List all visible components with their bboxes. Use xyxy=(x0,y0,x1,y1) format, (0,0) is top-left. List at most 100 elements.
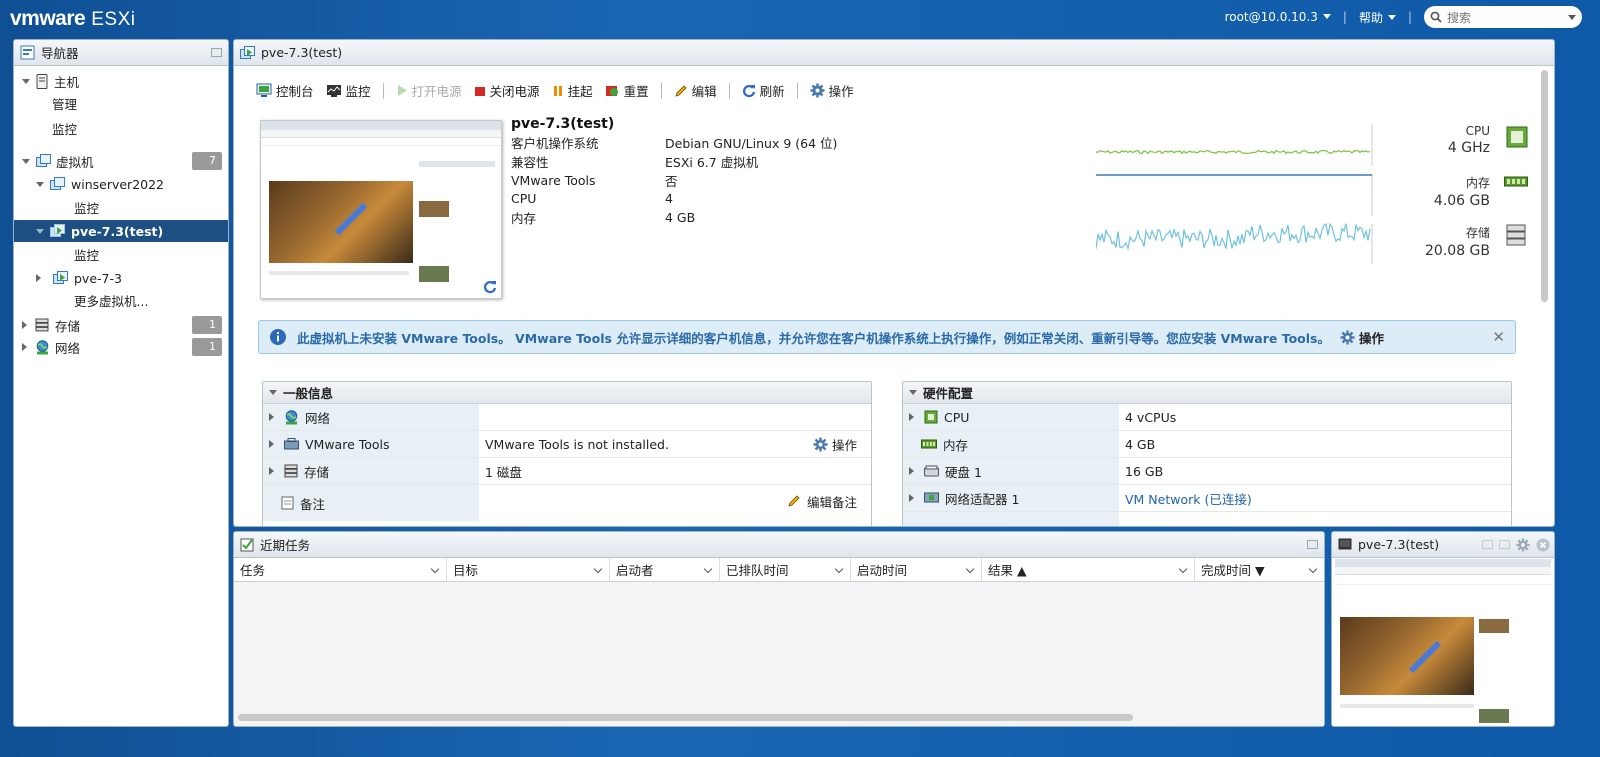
storage-icon xyxy=(1506,224,1526,246)
column-label: 已排队时间 xyxy=(726,563,789,578)
collapse-icon[interactable] xyxy=(909,390,917,399)
actions-button[interactable]: 操作 xyxy=(810,81,854,100)
general-network-row[interactable]: 网络 xyxy=(263,404,871,431)
expand-icon[interactable] xyxy=(22,343,31,351)
search-box[interactable]: 搜索 xyxy=(1424,6,1582,28)
nav-vms[interactable]: 虚拟机 7 xyxy=(14,150,228,172)
toolbar-label: 关闭电源 xyxy=(489,84,540,99)
monitor-button[interactable]: 监控 xyxy=(326,81,371,100)
hw-memory-row: 内存 4 GB xyxy=(903,431,1511,458)
collapse-icon[interactable] xyxy=(22,158,30,168)
help-menu[interactable]: 帮助 xyxy=(1359,9,1396,26)
nav-winserver-monitor[interactable]: 监控 xyxy=(14,196,228,218)
nav-label: 更多虚拟机... xyxy=(74,293,149,309)
nav-host[interactable]: 主机 xyxy=(14,70,228,92)
expand-icon[interactable] xyxy=(269,413,278,421)
collapse-icon[interactable] xyxy=(269,390,277,399)
column-header-completed[interactable]: 完成时间 ▼ xyxy=(1195,558,1324,581)
column-header-target[interactable]: 目标 xyxy=(447,558,610,581)
vertical-scrollbar[interactable] xyxy=(1541,70,1548,302)
expand-icon[interactable] xyxy=(36,274,45,282)
row-label: 硬盘 1 xyxy=(945,464,982,480)
general-info-header[interactable]: 一般信息 xyxy=(263,382,871,404)
toolbar-label: 刷新 xyxy=(759,84,785,99)
close-icon[interactable]: ✕ xyxy=(1492,328,1505,346)
storage-sparkline xyxy=(1096,222,1371,251)
expand-icon[interactable] xyxy=(909,467,918,475)
suspend-button[interactable]: 挂起 xyxy=(552,81,593,100)
gear-icon xyxy=(1340,330,1355,344)
nav-storage[interactable]: 存储 1 xyxy=(14,314,228,336)
console-button[interactable]: 控制台 xyxy=(256,81,314,100)
general-storage-row[interactable]: 存储 1 磁盘 xyxy=(263,458,871,485)
minimize-button[interactable] xyxy=(211,48,222,57)
tasks-grid-body xyxy=(234,582,1324,726)
expand-icon[interactable] xyxy=(269,467,278,475)
refresh-icon[interactable] xyxy=(483,280,497,294)
nav-more-vms[interactable]: 更多虚拟机... xyxy=(14,289,228,311)
collapse-icon[interactable] xyxy=(22,78,30,88)
gear-icon xyxy=(810,83,825,98)
network-link[interactable]: VM Network (已连接) xyxy=(1125,489,1252,508)
column-header-result[interactable]: 结果 ▲ xyxy=(982,558,1195,581)
reset-button[interactable]: 重置 xyxy=(605,81,649,100)
hw-disk-row[interactable]: 硬盘 1 16 GB xyxy=(903,458,1511,485)
nav-network[interactable]: 网络 1 xyxy=(14,336,228,358)
refresh-icon xyxy=(742,84,755,97)
column-header-queued[interactable]: 已排队时间 xyxy=(720,558,851,581)
power-off-button[interactable]: 关闭电源 xyxy=(474,81,540,100)
edit-button[interactable]: 编辑 xyxy=(674,81,717,100)
nav-vm-winserver[interactable]: winserver2022 xyxy=(14,173,228,195)
console-screen[interactable] xyxy=(1335,559,1551,723)
banner-actions-button[interactable]: 操作 xyxy=(1340,328,1384,347)
gear-icon[interactable] xyxy=(1516,537,1530,552)
refresh-button[interactable]: 刷新 xyxy=(742,81,785,100)
nav-pve-test-monitor[interactable]: 监控 xyxy=(14,243,228,265)
expand-icon[interactable] xyxy=(909,413,918,421)
search-input[interactable]: 搜索 xyxy=(1447,9,1563,26)
nav-host-monitor[interactable]: 监控 xyxy=(14,117,228,139)
nav-vm-pve[interactable]: pve-7-3 xyxy=(14,267,228,289)
tools-actions-button[interactable]: 操作 xyxy=(813,435,857,454)
minimize-button[interactable] xyxy=(1482,540,1493,549)
expand-icon[interactable] xyxy=(22,321,31,329)
toolbar-label: 重置 xyxy=(623,84,649,99)
column-label: 启动时间 xyxy=(857,563,908,578)
toolbar-separator xyxy=(796,82,798,99)
reset-icon xyxy=(605,85,618,96)
info-key: 客户机操作系统 xyxy=(511,136,599,151)
expand-icon[interactable] xyxy=(269,440,278,448)
hw-cpu-row[interactable]: CPU 4 vCPUs xyxy=(903,404,1511,431)
vm-summary-panel: pve-7.3(test) 控制台 监控 打开电源 关闭电源 挂起 重置 编辑 … xyxy=(233,39,1555,527)
collapse-icon[interactable] xyxy=(36,228,44,238)
power-on-button[interactable]: 打开电源 xyxy=(396,81,462,100)
edit-notes-button[interactable]: 编辑备注 xyxy=(787,492,857,511)
column-header-task[interactable]: 任务 xyxy=(234,558,447,581)
console-thumbnail[interactable] xyxy=(260,120,502,299)
close-icon[interactable] xyxy=(1536,538,1550,552)
expand-icon[interactable] xyxy=(909,494,918,502)
vm-summary-header: pve-7.3(test) xyxy=(234,40,1554,66)
horizontal-scrollbar[interactable] xyxy=(238,714,1133,721)
column-header-initiator[interactable]: 启动者 xyxy=(610,558,720,581)
nav-label: 监控 xyxy=(74,200,100,216)
column-label: 结果 ▲ xyxy=(988,563,1027,578)
nav-host-manage[interactable]: 管理 xyxy=(14,92,228,114)
general-tools-row[interactable]: VMware Tools VMware Tools is not install… xyxy=(263,431,871,458)
chevron-down-icon[interactable] xyxy=(1568,14,1576,24)
storage-metric: 存储 20.08 GB xyxy=(1425,224,1490,259)
nav-vm-pve-test[interactable]: pve-7.3(test) xyxy=(14,220,228,242)
column-header-started[interactable]: 启动时间 xyxy=(851,558,982,581)
minimize-button[interactable] xyxy=(1307,540,1318,549)
console-panel-header: pve-7.3(test) xyxy=(1332,532,1554,558)
row-value: 4 vCPUs xyxy=(1125,409,1177,425)
vm-count-badge: 7 xyxy=(192,152,222,170)
maximize-button[interactable] xyxy=(1499,540,1510,549)
play-icon xyxy=(397,85,407,96)
hardware-header[interactable]: 硬件配置 xyxy=(903,382,1511,404)
collapse-icon[interactable] xyxy=(36,181,44,191)
hw-nic-row[interactable]: 网络适配器 1 VM Network (已连接) xyxy=(903,485,1511,512)
general-info-box: 一般信息 网络 VMware Tools VMware Tools is not… xyxy=(262,381,872,526)
navigator-panel: 导航器 主机 管理 监控 虚拟机 7 winserver2022 监控 pve-… xyxy=(13,39,229,727)
user-menu[interactable]: root@10.0.10.3 xyxy=(1225,10,1331,24)
